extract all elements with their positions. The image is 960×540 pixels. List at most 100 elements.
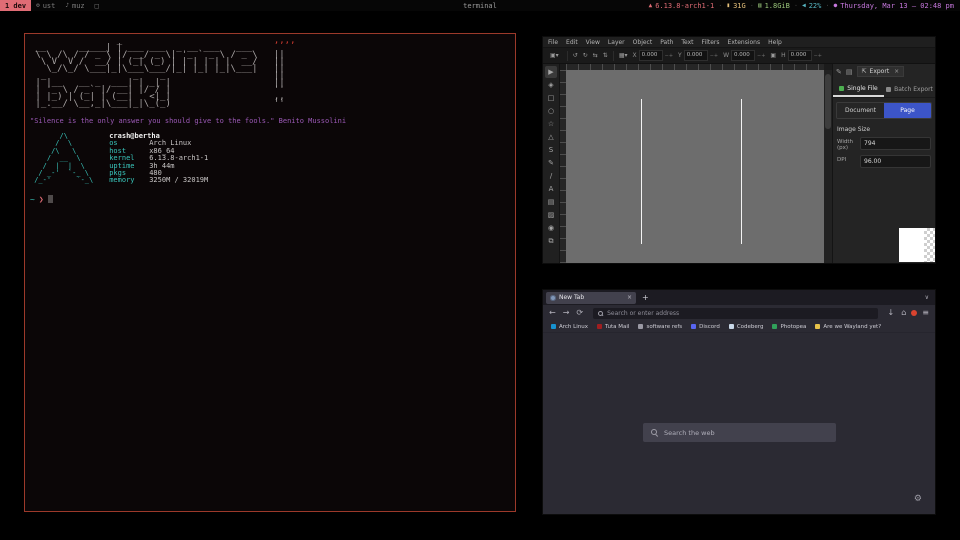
- width-field[interactable]: W 0.000 −+: [723, 50, 765, 61]
- close-icon[interactable]: ×: [894, 68, 899, 75]
- edit-icon[interactable]: ✎: [836, 68, 842, 76]
- workspace-muz[interactable]: ♪ muz: [60, 0, 89, 11]
- tab-close-icon[interactable]: ×: [627, 294, 632, 301]
- menu-view[interactable]: View: [586, 39, 600, 46]
- menu-help[interactable]: Help: [768, 39, 782, 46]
- export-tab-label: Export: [870, 68, 890, 75]
- spinner-buttons[interactable]: −+: [710, 53, 718, 59]
- lock-ratio-icon[interactable]: ▣: [770, 52, 776, 59]
- drawing-canvas[interactable]: [566, 70, 824, 263]
- pencil-tool[interactable]: ✎: [545, 157, 557, 169]
- rotate-ccw-icon[interactable]: ↺: [573, 52, 578, 59]
- menu-edit[interactable]: Edit: [566, 39, 578, 46]
- zoom-tool[interactable]: ⧉: [545, 235, 557, 247]
- downloads-button[interactable]: ↓: [886, 309, 897, 317]
- search-placeholder: Search the web: [664, 429, 715, 437]
- new-tab-button[interactable]: +: [642, 294, 649, 302]
- active-tab[interactable]: New Tab ×: [546, 292, 636, 304]
- y-value[interactable]: 0.000: [684, 50, 708, 61]
- rotate-cw-icon[interactable]: ↻: [583, 52, 588, 59]
- pen-tool[interactable]: /: [545, 170, 557, 182]
- spiral-tool[interactable]: S: [545, 144, 557, 156]
- menu-button[interactable]: ≡: [920, 309, 931, 317]
- url-bar[interactable]: Search or enter address: [593, 308, 877, 319]
- menu-object[interactable]: Object: [633, 39, 653, 46]
- tab-single-file[interactable]: Single File: [833, 82, 884, 97]
- gradient-tool[interactable]: ▤: [545, 196, 557, 208]
- x-label: X: [633, 52, 637, 59]
- h-value[interactable]: 0.000: [788, 50, 812, 61]
- document-button[interactable]: Document: [837, 103, 884, 118]
- extension-icon[interactable]: ⌂: [899, 309, 908, 317]
- web-search-box[interactable]: Search the web: [643, 423, 836, 442]
- tab-batch-export[interactable]: Batch Export: [884, 82, 935, 97]
- fetch-value: 3250M / 32019M: [149, 177, 208, 184]
- export-dialog-tab[interactable]: ⇱ Export ×: [857, 66, 905, 77]
- menu-extensions[interactable]: Extensions: [728, 39, 761, 46]
- back-button[interactable]: ←: [547, 309, 558, 317]
- bookmark-photopea[interactable]: Photopea: [772, 324, 806, 330]
- 3dbox-tool[interactable]: △: [545, 131, 557, 143]
- star-tool[interactable]: ☆: [545, 118, 557, 130]
- shell-prompt[interactable]: ~ ❯: [30, 195, 510, 204]
- workspace-ust[interactable]: ⚙ ust: [31, 0, 60, 11]
- terminal-window[interactable]: _ __ _____| | ___ ___ _ __ ___ ___ \ \ /…: [24, 33, 516, 512]
- dropper-tool[interactable]: ◉: [545, 222, 557, 234]
- page-button[interactable]: Page: [884, 103, 931, 118]
- canvas-scrollbar[interactable]: [824, 70, 832, 263]
- node-tool[interactable]: ◈: [545, 79, 557, 91]
- flip-horizontal-icon[interactable]: ⇆: [593, 52, 598, 59]
- forward-button[interactable]: →: [561, 309, 572, 317]
- personalize-gear-icon[interactable]: ⚙: [914, 495, 922, 504]
- layers-icon[interactable]: ▤: [846, 68, 853, 76]
- w-value[interactable]: 0.000: [731, 50, 755, 61]
- navigation-bar: ← → ⟳ Search or enter address ↓ ⌂ ≡: [543, 305, 935, 321]
- bookmark-codeberg[interactable]: Codeberg: [729, 324, 764, 330]
- tab-overflow-chevron-icon[interactable]: ∨: [925, 294, 929, 301]
- bookmark-arch-linux[interactable]: Arch Linux: [551, 324, 588, 330]
- workspace-dev[interactable]: 1 dev: [0, 0, 31, 11]
- menu-path[interactable]: Path: [660, 39, 673, 46]
- spinner-buttons[interactable]: −+: [814, 53, 822, 59]
- bookmark-are-we-wayland-yet[interactable]: Are we Wayland yet?: [815, 324, 881, 330]
- menu-layer[interactable]: Layer: [608, 39, 625, 46]
- globe-icon: [550, 295, 556, 301]
- y-coordinate-field[interactable]: Y 0.000 −+: [678, 50, 718, 61]
- align-dropdown[interactable]: ▦▾: [619, 52, 628, 59]
- menu-text[interactable]: Text: [681, 39, 693, 46]
- new-tab-page: Search the web ⚙: [543, 333, 935, 514]
- memory-usage: 1.8GiB: [765, 2, 790, 10]
- bookmark-folder-software-refs[interactable]: software refs: [638, 324, 682, 330]
- mesh-tool[interactable]: ▨: [545, 209, 557, 221]
- volume-module[interactable]: ◀ 22%: [802, 2, 821, 10]
- menu-file[interactable]: File: [548, 39, 558, 46]
- music-note-icon: ♪: [65, 2, 69, 9]
- x-coordinate-field[interactable]: X 0.000 −+: [633, 50, 674, 61]
- tab-bar: New Tab × + ∨: [543, 290, 935, 305]
- bookmark-tuta-mail[interactable]: Tuta Mail: [597, 324, 629, 330]
- dpi-input[interactable]: 96.00: [860, 155, 931, 168]
- tab-label: Single File: [847, 85, 877, 92]
- rectangle-tool[interactable]: □: [545, 92, 557, 104]
- reload-button[interactable]: ⟳: [574, 309, 585, 317]
- scrollbar-thumb[interactable]: [825, 74, 831, 129]
- menu-filters[interactable]: Filters: [702, 39, 720, 46]
- selector-tool[interactable]: ▶: [545, 66, 557, 78]
- arch-favicon: [551, 324, 556, 329]
- spinner-buttons[interactable]: −+: [665, 53, 673, 59]
- x-value[interactable]: 0.000: [639, 50, 663, 61]
- selection-mode-dropdown[interactable]: ▣▾: [547, 52, 562, 59]
- image-size-heading: Image Size: [837, 126, 931, 133]
- bookmark-label: Photopea: [780, 324, 806, 330]
- flip-vertical-icon[interactable]: ⇅: [603, 52, 608, 59]
- width-input[interactable]: 794: [860, 137, 931, 150]
- height-field[interactable]: H 0.000 −+: [781, 50, 822, 61]
- account-avatar[interactable]: [911, 310, 917, 316]
- bookmark-discord[interactable]: Discord: [691, 324, 720, 330]
- workspace-empty[interactable]: □: [90, 0, 104, 11]
- ellipse-tool[interactable]: ○: [545, 105, 557, 117]
- square-icon: □: [95, 2, 99, 10]
- text-tool[interactable]: A: [545, 183, 557, 195]
- export-area-toggle: Document Page: [836, 102, 932, 119]
- spinner-buttons[interactable]: −+: [757, 53, 765, 59]
